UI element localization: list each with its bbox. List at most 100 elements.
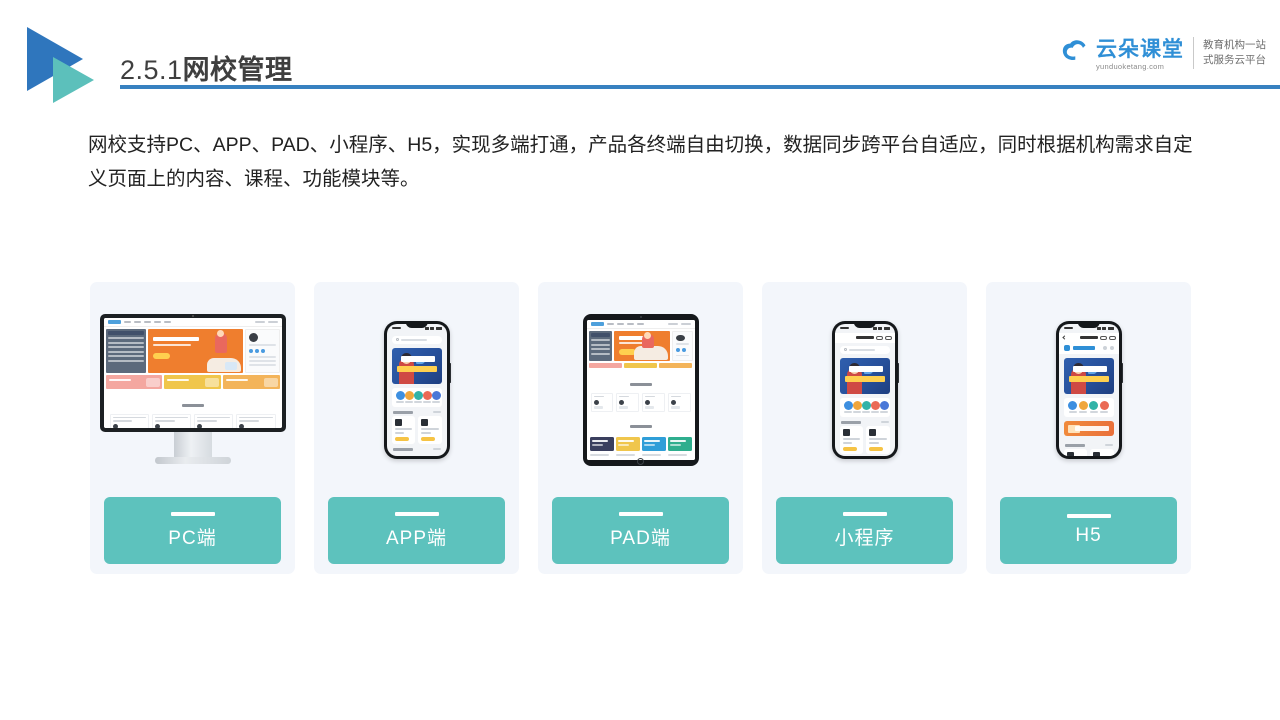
miniprogram-capsule-buttons[interactable] xyxy=(875,335,892,340)
platform-tag-app[interactable]: APP端 xyxy=(328,497,505,564)
course-card[interactable] xyxy=(641,437,666,452)
panel-line xyxy=(248,359,276,362)
course-thumb xyxy=(1093,451,1100,456)
course-subtitle xyxy=(842,441,853,444)
course-card[interactable] xyxy=(589,437,614,452)
course-title xyxy=(197,416,231,419)
tablet-home-button[interactable] xyxy=(637,457,644,465)
course-title xyxy=(617,440,634,443)
section-more-link[interactable] xyxy=(1104,444,1113,447)
category-item[interactable] xyxy=(404,390,414,403)
hero-banner-blue[interactable] xyxy=(391,347,442,384)
category-item[interactable] xyxy=(413,390,423,403)
teacher-tag xyxy=(619,406,629,410)
platform-card-miniprogram[interactable]: 小程序 xyxy=(762,282,967,574)
promo-card[interactable] xyxy=(623,362,658,368)
category-item[interactable] xyxy=(395,390,405,403)
category-item[interactable] xyxy=(879,400,889,413)
search-input[interactable] xyxy=(839,345,890,354)
course-card[interactable] xyxy=(667,437,692,452)
course-thumb xyxy=(421,418,428,426)
tag-divider xyxy=(842,511,887,516)
site-logo-icon xyxy=(1063,345,1070,351)
section-header xyxy=(1059,440,1119,449)
category-item[interactable] xyxy=(1068,400,1078,413)
search-input[interactable] xyxy=(391,335,442,344)
course-card[interactable] xyxy=(866,425,890,454)
phone-power-button[interactable] xyxy=(449,362,451,383)
status-time xyxy=(1063,326,1073,330)
course-title xyxy=(842,437,860,440)
platform-tag-pad[interactable]: PAD端 xyxy=(552,497,729,564)
hero-cta-button[interactable] xyxy=(152,352,170,359)
category-item[interactable] xyxy=(1078,400,1088,413)
platform-tag-h5[interactable]: H5 xyxy=(1000,497,1177,564)
teacher-card[interactable] xyxy=(616,392,639,413)
platform-tag-miniprogram[interactable]: 小程序 xyxy=(776,497,953,564)
category-item[interactable] xyxy=(843,400,853,413)
course-caption xyxy=(615,453,640,457)
course-card[interactable] xyxy=(1090,448,1114,456)
platform-card-pad[interactable]: PAD端 xyxy=(538,282,743,574)
brand-tagline-line-1: 教育机构一站 xyxy=(1203,38,1266,51)
back-icon[interactable] xyxy=(1061,335,1067,340)
promo-card[interactable] xyxy=(105,374,163,389)
two-column-cards xyxy=(387,415,447,444)
section-more-link[interactable] xyxy=(432,411,441,414)
promo-card[interactable] xyxy=(222,374,280,389)
section-more-link[interactable] xyxy=(432,448,441,451)
course-card[interactable] xyxy=(391,415,415,444)
platform-card-pc[interactable]: PC端 xyxy=(90,282,295,574)
promo-card[interactable] xyxy=(164,374,221,389)
header-actions[interactable] xyxy=(1102,346,1114,350)
course-card[interactable] xyxy=(151,413,191,428)
course-card[interactable] xyxy=(839,425,863,454)
nav-item xyxy=(123,320,131,323)
sidebar-header xyxy=(107,330,144,335)
section-more-link[interactable] xyxy=(880,421,889,424)
category-item[interactable] xyxy=(870,400,880,413)
wifi-icon xyxy=(1102,326,1106,330)
teacher-name xyxy=(619,395,630,398)
hero-banner-blue[interactable] xyxy=(1063,357,1114,394)
category-item[interactable] xyxy=(1099,400,1109,413)
course-subtitle xyxy=(591,444,603,446)
sidebar-item xyxy=(590,352,611,355)
platform-card-h5[interactable]: H5 xyxy=(986,282,1191,574)
sidebar-item xyxy=(590,348,611,350)
course-card[interactable] xyxy=(1063,448,1087,456)
promo-card[interactable] xyxy=(659,362,693,368)
course-card[interactable] xyxy=(615,437,640,452)
course-card[interactable] xyxy=(109,413,149,428)
category-item[interactable] xyxy=(422,390,432,403)
category-item[interactable] xyxy=(1089,400,1099,413)
title-underline-rule xyxy=(120,85,1280,89)
phone-power-button[interactable] xyxy=(897,362,899,383)
promo-card[interactable] xyxy=(588,362,622,368)
sidebar-header xyxy=(590,332,611,337)
search-icon xyxy=(395,337,399,342)
category-item[interactable] xyxy=(852,400,862,413)
category-item[interactable] xyxy=(431,390,441,403)
teacher-card[interactable] xyxy=(642,392,665,413)
teacher-card[interactable] xyxy=(590,392,614,413)
phone-power-button[interactable] xyxy=(1121,362,1123,383)
brand-words: 云朵课堂 yunduoketang.com xyxy=(1096,39,1184,71)
course-subtitle xyxy=(239,419,260,422)
teacher-avatar xyxy=(619,399,625,405)
course-card[interactable] xyxy=(194,413,234,428)
promo-banner-orange[interactable] xyxy=(1063,420,1114,436)
platform-tag-pc[interactable]: PC端 xyxy=(104,497,281,564)
tag-divider xyxy=(170,511,215,516)
platform-card-app[interactable]: APP端 xyxy=(314,282,519,574)
hero-banner-blue[interactable] xyxy=(839,357,890,394)
category-item[interactable] xyxy=(861,400,871,413)
teacher-card[interactable] xyxy=(667,392,691,413)
course-card[interactable] xyxy=(236,413,276,428)
course-card[interactable] xyxy=(418,415,442,444)
browser-capsule-buttons[interactable] xyxy=(1099,335,1116,340)
category-icon xyxy=(1068,400,1078,410)
panel-action-icon xyxy=(681,347,686,352)
sidebar-item xyxy=(590,343,611,346)
course-subtitle xyxy=(154,419,175,422)
